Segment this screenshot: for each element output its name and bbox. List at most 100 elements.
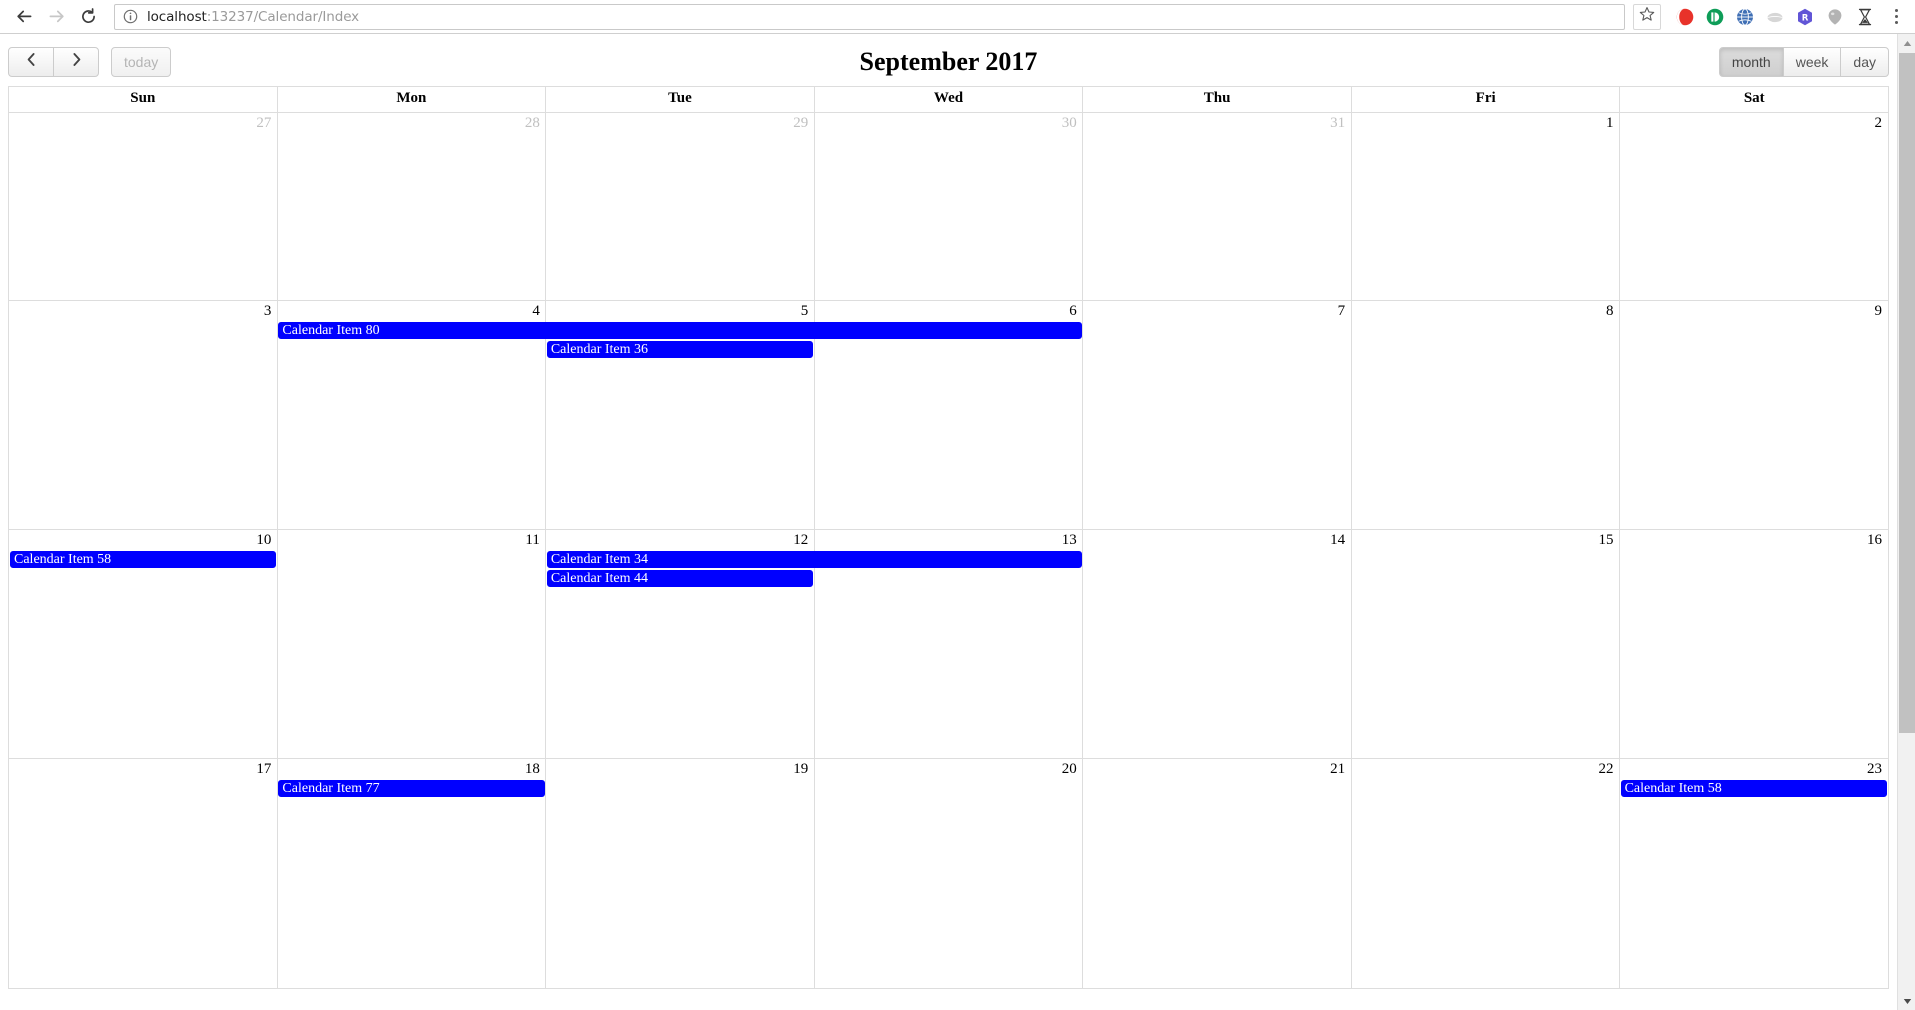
- day-number[interactable]: 1: [1351, 113, 1619, 134]
- extension-balloon-icon[interactable]: [1822, 4, 1848, 30]
- event-row: Calendar Item 36: [9, 341, 1888, 359]
- day-number[interactable]: 2: [1620, 113, 1888, 134]
- page-info-icon[interactable]: [123, 9, 138, 24]
- browser-menu-icon: [1894, 9, 1898, 12]
- day-number[interactable]: 30: [814, 113, 1082, 134]
- address-bar-host: localhost: [147, 8, 207, 25]
- day-number[interactable]: 16: [1620, 530, 1888, 551]
- day-number[interactable]: 8: [1351, 301, 1619, 322]
- day-number[interactable]: 23: [1620, 759, 1888, 780]
- extension-icons: R: [1670, 4, 1880, 30]
- back-button[interactable]: [8, 3, 40, 31]
- calendar-event[interactable]: Calendar Item 58: [10, 551, 277, 568]
- address-bar-path: :13237/Calendar/Index: [206, 8, 360, 25]
- day-header-sun: Sun: [9, 87, 278, 112]
- extension-hourglass-icon[interactable]: [1852, 4, 1878, 30]
- view-month-button[interactable]: month: [1718, 47, 1784, 77]
- day-number[interactable]: 21: [1083, 759, 1351, 780]
- day-number[interactable]: 18: [277, 759, 545, 780]
- day-number[interactable]: 10: [9, 530, 277, 551]
- day-header-sat: Sat: [1743, 90, 1765, 106]
- day-number[interactable]: 6: [814, 301, 1082, 322]
- day-cell[interactable]: [1083, 113, 1352, 300]
- extension-hexagon-r-icon[interactable]: R: [1792, 4, 1818, 30]
- event-row: Calendar Item 58 Calendar Item 34: [9, 551, 1888, 569]
- prev-month-button[interactable]: [8, 47, 54, 77]
- week-date-numbers: 17 18 19 20 21 22 23: [9, 759, 1888, 780]
- reload-button[interactable]: [72, 3, 104, 31]
- svg-text:R: R: [1802, 13, 1809, 23]
- calendar-event[interactable]: Calendar Item 80: [278, 322, 1082, 339]
- page-content: today September 2017 month week day Sun …: [0, 34, 1915, 1010]
- forward-button: [40, 3, 72, 31]
- day-number[interactable]: 22: [1351, 759, 1619, 780]
- calendar-container: today September 2017 month week day Sun …: [0, 34, 1897, 1010]
- day-number[interactable]: 27: [9, 113, 277, 134]
- calendar-week-row: 17 18 19 20 21 22 23 Calendar Item 77 Calendar I…: [9, 759, 1888, 988]
- day-cell[interactable]: [546, 113, 815, 300]
- nav-button-group: [8, 47, 99, 77]
- day-number[interactable]: 17: [9, 759, 277, 780]
- calendar-weeks: 27 28 29 30 31 1 2 3 4 5 6 7 8 9 Calendar Item 80 Calen…: [9, 113, 1888, 988]
- day-number[interactable]: 13: [814, 530, 1082, 551]
- day-number[interactable]: 9: [1620, 301, 1888, 322]
- day-number[interactable]: 12: [546, 530, 814, 551]
- extension-globe-icon[interactable]: [1732, 4, 1758, 30]
- day-cell[interactable]: [9, 113, 278, 300]
- page-scrollbar[interactable]: [1897, 34, 1915, 1010]
- bookmark-button[interactable]: [1633, 3, 1661, 30]
- day-number[interactable]: 19: [546, 759, 814, 780]
- calendar-event[interactable]: Calendar Item 34: [546, 551, 1082, 568]
- day-cell[interactable]: [278, 113, 547, 300]
- next-month-button[interactable]: [53, 47, 99, 77]
- calendar-title: September 2017: [859, 47, 1038, 76]
- day-cell[interactable]: [1620, 113, 1888, 300]
- bookmark-star-icon: [1639, 6, 1655, 27]
- week-date-numbers: 10 11 12 13 14 15 16: [9, 530, 1888, 551]
- calendar-toolbar-right: month week day: [1718, 47, 1889, 77]
- scroll-down-button[interactable]: [1898, 992, 1915, 1010]
- calendar-event[interactable]: Calendar Item 44: [546, 570, 814, 587]
- calendar-event[interactable]: Calendar Item 77: [278, 780, 545, 797]
- day-number[interactable]: 28: [277, 113, 545, 134]
- calendar-toolbar: today September 2017 month week day: [8, 34, 1889, 86]
- extension-opera-icon[interactable]: [1672, 4, 1698, 30]
- today-button[interactable]: today: [111, 47, 172, 77]
- address-bar-url: localhost:13237/Calendar/Index: [147, 9, 359, 25]
- event-row: Calendar Item 44: [9, 570, 1888, 588]
- scroll-up-button[interactable]: [1898, 34, 1915, 52]
- day-cell[interactable]: [815, 113, 1084, 300]
- calendar-week-row: 3 4 5 6 7 8 9 Calendar Item 80 Calendar Item 36: [9, 301, 1888, 530]
- calendar-event[interactable]: Calendar Item 36: [546, 341, 814, 358]
- day-number[interactable]: 14: [1083, 530, 1351, 551]
- extension-green-circle-icon[interactable]: [1702, 4, 1728, 30]
- day-number[interactable]: 20: [814, 759, 1082, 780]
- day-header-tue: Tue: [546, 87, 815, 112]
- day-number[interactable]: 7: [1083, 301, 1351, 322]
- day-header-mon: Mon: [278, 87, 547, 112]
- address-bar[interactable]: localhost:13237/Calendar/Index: [114, 3, 1625, 30]
- week-date-numbers: 3456789: [9, 301, 1888, 322]
- event-row: Calendar Item 80: [9, 322, 1888, 340]
- day-cell[interactable]: [1352, 113, 1621, 300]
- day-header-thu: Thu: [1083, 87, 1352, 112]
- day-number[interactable]: 31: [1083, 113, 1351, 134]
- extension-gray-oval-icon[interactable]: [1762, 4, 1788, 30]
- day-number[interactable]: 29: [546, 113, 814, 134]
- back-arrow-icon: [15, 7, 34, 26]
- day-number[interactable]: 15: [1351, 530, 1619, 551]
- day-number[interactable]: 4: [277, 301, 545, 322]
- day-number[interactable]: 5: [546, 301, 814, 322]
- browser-toolbar: localhost:13237/Calendar/Index R: [0, 0, 1915, 34]
- day-number[interactable]: 11: [277, 530, 545, 551]
- browser-menu-button[interactable]: [1885, 4, 1907, 30]
- scrollbar-thumb[interactable]: [1899, 53, 1915, 733]
- view-week-button[interactable]: week: [1782, 47, 1842, 77]
- calendar-week-row: 27 28 29 30 31 1 2: [9, 113, 1888, 301]
- week-events: Calendar Item 58 Calendar Item 34 Calendar…: [9, 551, 1888, 588]
- day-number[interactable]: 3: [9, 301, 277, 322]
- view-day-button[interactable]: day: [1840, 47, 1889, 77]
- view-button-group: month week day: [1718, 47, 1889, 77]
- week-events: Calendar Item 77 Calendar Item 58: [9, 780, 1888, 798]
- calendar-event[interactable]: Calendar Item 58: [1620, 780, 1887, 797]
